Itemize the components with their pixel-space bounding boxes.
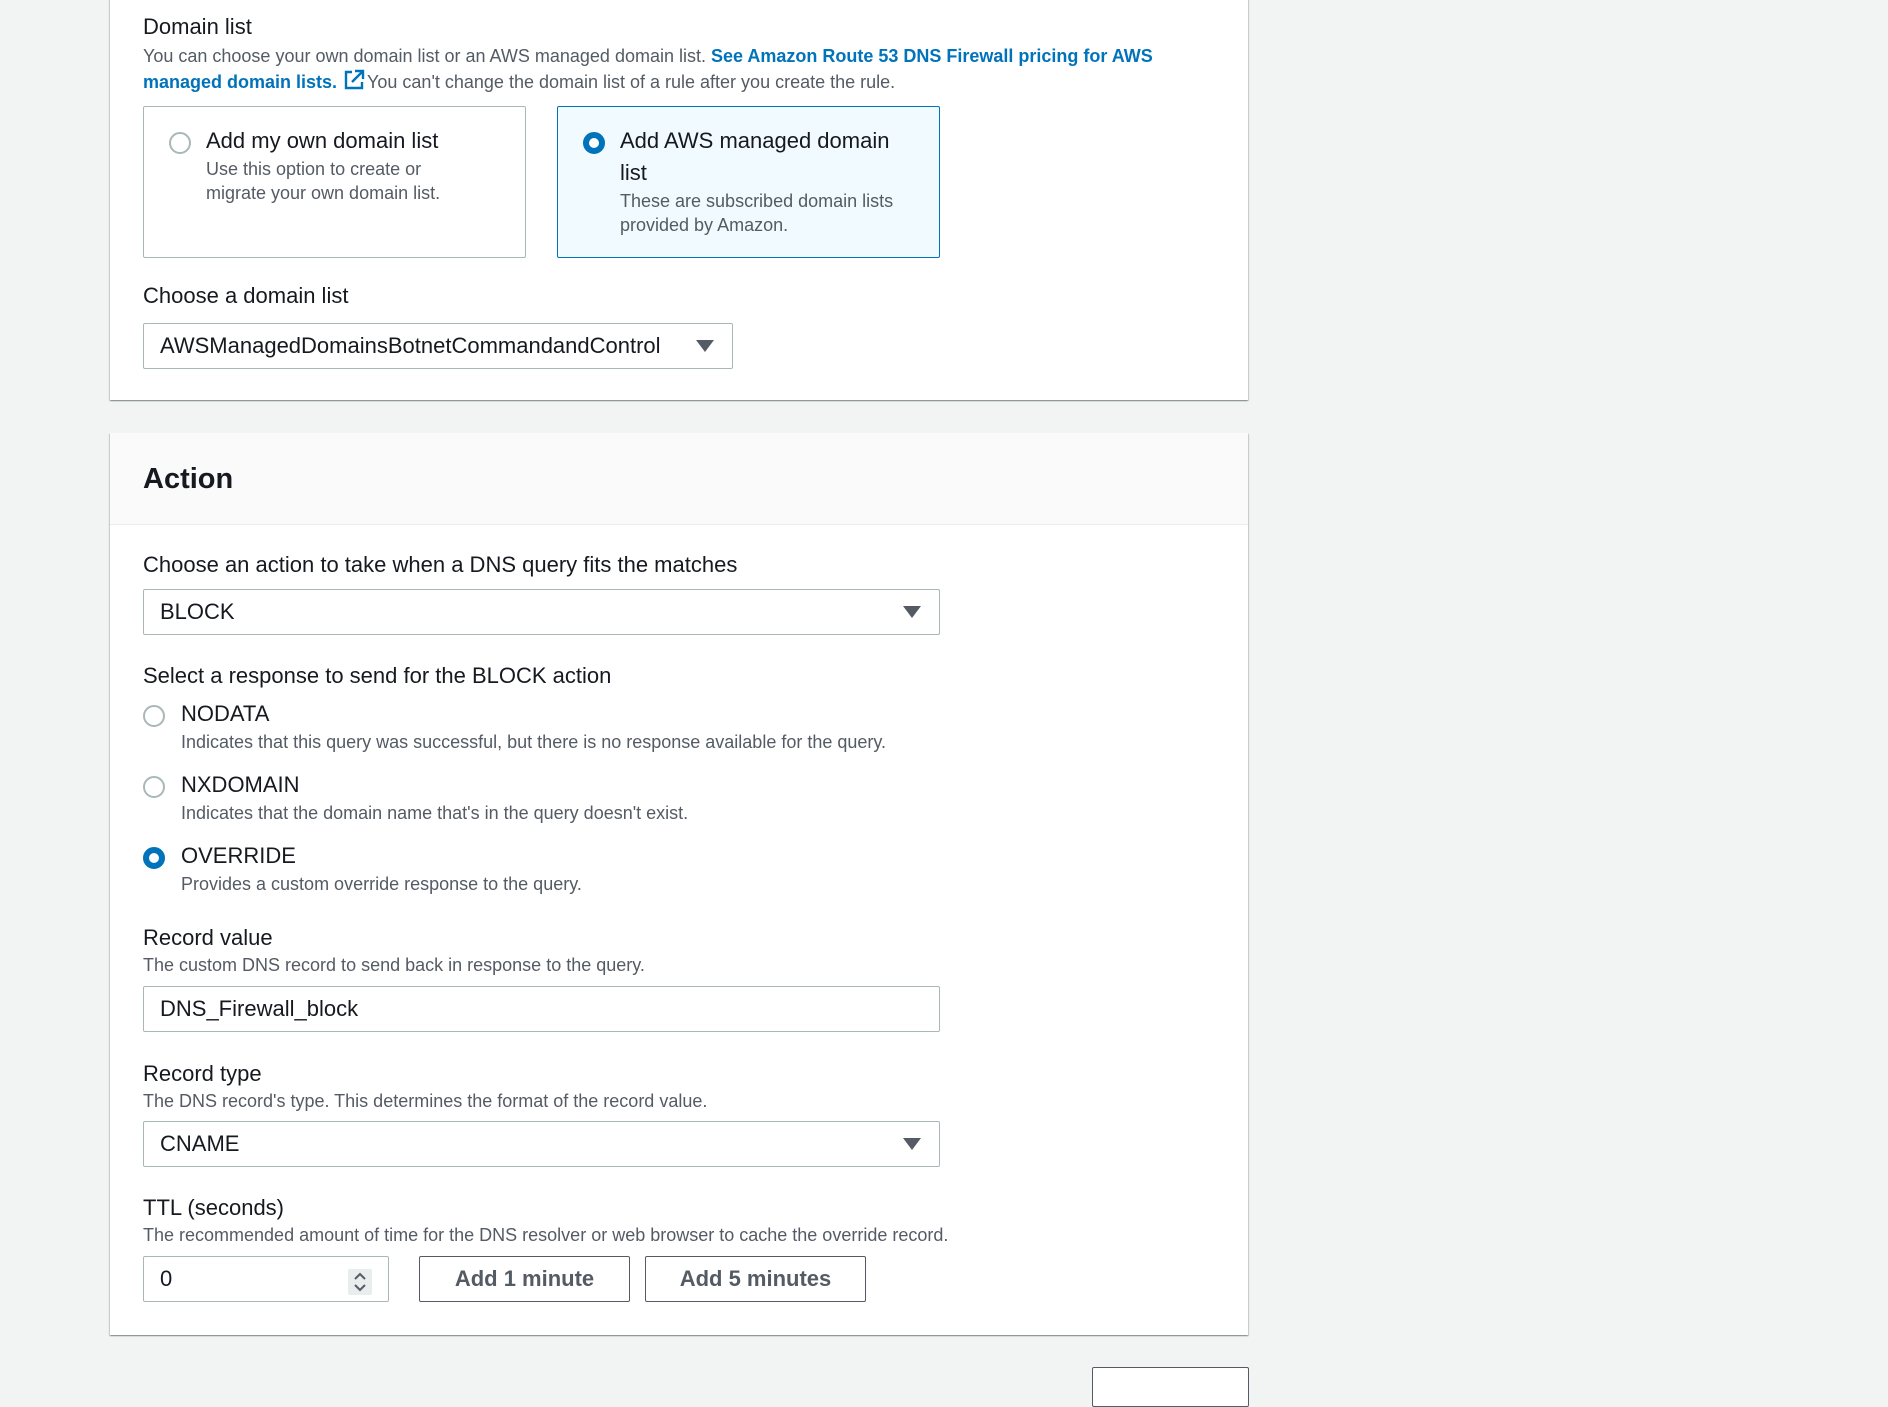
action-choose-label: Choose an action to take when a DNS quer… <box>143 552 738 577</box>
domain-list-desc-prefix: You can choose your own domain list or a… <box>143 46 706 66</box>
caret-down-icon <box>696 340 714 352</box>
record-type-label: Record type <box>143 1061 262 1086</box>
aws-managed-domain-list-tile[interactable]: Add AWS managed domain list These are su… <box>557 106 940 258</box>
record-type-value: CNAME <box>160 1131 240 1156</box>
override-title: OVERRIDE <box>181 843 296 868</box>
nxdomain-radio[interactable] <box>143 776 165 798</box>
external-link-icon[interactable] <box>343 69 365 98</box>
ttl-desc: The recommended amount of time for the D… <box>143 1225 949 1245</box>
caret-down-icon <box>903 606 921 618</box>
domain-list-description: You can choose your own domain list or a… <box>143 43 1223 69</box>
action-panel: Action Choose an action to take when a D… <box>110 433 1248 1335</box>
response-label: Select a response to send for the BLOCK … <box>143 663 612 688</box>
partial-footer-button[interactable] <box>1092 1367 1249 1407</box>
aws-managed-desc-line2: provided by Amazon. <box>620 215 789 235</box>
domain-list-label: Domain list <box>143 14 252 39</box>
record-type-select[interactable]: CNAME <box>143 1121 940 1167</box>
record-value-desc: The custom DNS record to send back in re… <box>143 955 645 975</box>
domain-list-description-line2: managed domain lists. You can't change th… <box>143 69 1223 98</box>
choose-domain-list-label: Choose a domain list <box>143 283 349 308</box>
record-value-text: DNS_Firewall_block <box>160 996 359 1021</box>
domain-list-select[interactable]: AWSManagedDomainsBotnetCommandandControl <box>143 323 733 369</box>
record-value-input[interactable]: DNS_Firewall_block <box>143 986 940 1032</box>
domain-list-select-value: AWSManagedDomainsBotnetCommandandControl <box>160 333 661 358</box>
nodata-radio[interactable] <box>143 705 165 727</box>
domain-list-desc-suffix: You can't change the domain list of a ru… <box>367 72 896 92</box>
override-desc: Provides a custom override response to t… <box>181 874 582 894</box>
own-domain-list-title: Add my own domain list <box>206 128 439 153</box>
override-radio[interactable] <box>143 847 165 869</box>
domain-list-panel: Domain list You can choose your own doma… <box>110 0 1248 400</box>
ttl-input[interactable]: 0 <box>143 1256 389 1302</box>
own-domain-list-radio[interactable] <box>169 132 191 154</box>
own-domain-list-desc-line1: Use this option to create or <box>206 159 422 179</box>
own-domain-list-tile[interactable]: Add my own domain list Use this option t… <box>143 106 526 258</box>
nodata-desc: Indicates that this query was successful… <box>181 732 887 752</box>
ttl-label: TTL (seconds) <box>143 1195 285 1220</box>
aws-managed-desc-line1: These are subscribed domain lists <box>620 191 894 211</box>
action-select-value: BLOCK <box>160 599 235 624</box>
action-title: Action <box>143 463 234 495</box>
pricing-link-line1[interactable]: See Amazon Route 53 DNS Firewall pricing… <box>711 46 1153 66</box>
nxdomain-title: NXDOMAIN <box>181 772 300 797</box>
record-type-desc: The DNS record's type. This determines t… <box>143 1091 708 1111</box>
pricing-link-line2[interactable]: managed domain lists. <box>143 72 337 92</box>
record-value-label: Record value <box>143 925 273 950</box>
ttl-value: 0 <box>160 1266 173 1291</box>
number-spinner-icon[interactable] <box>348 1266 372 1295</box>
aws-managed-title-line1: Add AWS managed domain <box>620 128 890 153</box>
aws-managed-domain-list-radio[interactable] <box>583 132 605 154</box>
nodata-title: NODATA <box>181 701 270 726</box>
own-domain-list-desc-line2: migrate your own domain list. <box>206 183 441 203</box>
caret-down-icon <box>903 1138 921 1150</box>
nxdomain-desc: Indicates that the domain name that's in… <box>181 803 689 823</box>
aws-managed-title-line2: list <box>620 160 647 185</box>
action-select[interactable]: BLOCK <box>143 589 940 635</box>
add-5-minutes-button[interactable]: Add 5 minutes <box>645 1256 866 1302</box>
action-panel-header: Action <box>110 433 1248 525</box>
add-1-minute-button[interactable]: Add 1 minute <box>419 1256 630 1302</box>
